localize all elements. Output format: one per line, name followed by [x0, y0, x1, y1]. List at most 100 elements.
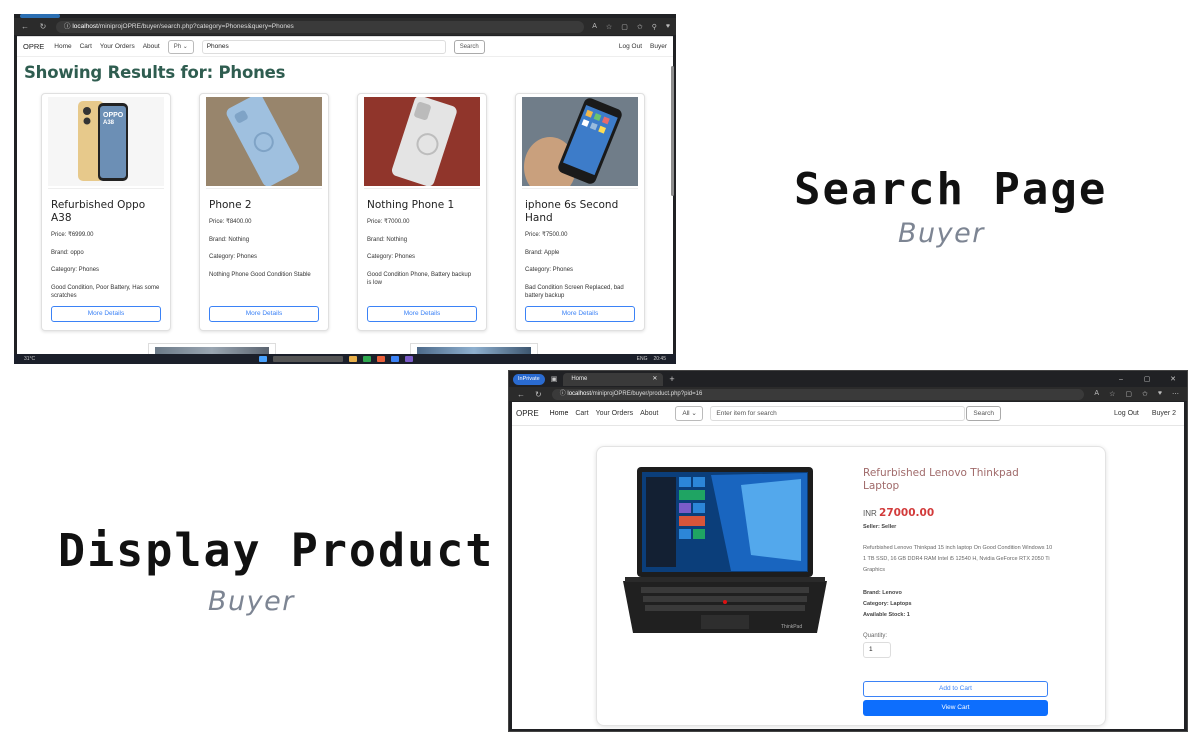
app-icon[interactable]: [404, 356, 413, 362]
refresh-icon[interactable]: ↻: [38, 22, 48, 31]
user-link[interactable]: Buyer: [650, 43, 667, 50]
product-brand: Brand: Nothing: [209, 236, 250, 243]
favorites-icon[interactable]: ✩: [1142, 390, 1148, 398]
search-page-screenshot: ← ↻ ⓘ localhost/miniprojOPRE/buyer/searc…: [14, 14, 676, 364]
product-grid: OPPO A38 Refurbished Oppo A38 Price: ₹69…: [41, 93, 645, 331]
scrollbar-thumb[interactable]: [671, 66, 674, 196]
nav-cart[interactable]: Cart: [575, 410, 588, 417]
split-screen-icon[interactable]: ▢: [621, 23, 628, 31]
copilot-icon[interactable]: ♥: [1158, 390, 1162, 398]
more-icon[interactable]: ⋯: [1172, 390, 1179, 398]
product-card: Phone 2 Price: ₹8400.00 Brand: Nothing C…: [199, 93, 329, 331]
product-title: Refurbished Oppo A38: [51, 199, 146, 224]
search-input[interactable]: Enter item for search: [710, 406, 966, 421]
more-details-button[interactable]: More Details: [525, 306, 635, 322]
site-brand[interactable]: OPRE: [23, 42, 44, 51]
url-host: localhost: [567, 390, 592, 397]
browser-tabstrip: InPrivate ▣ Home ✕ + – ▢ ✕: [509, 371, 1187, 387]
inprivate-badge[interactable]: InPrivate: [513, 373, 545, 385]
favorites-icon[interactable]: ✩: [637, 23, 643, 31]
url-path: /miniprojOPRE/buyer/product.php?pid=16: [591, 390, 703, 397]
svg-text:OPPO: OPPO: [103, 112, 124, 119]
nav-orders[interactable]: Your Orders: [100, 43, 135, 50]
more-details-button[interactable]: More Details: [51, 306, 161, 322]
close-window-icon[interactable]: ✕: [1163, 375, 1183, 383]
nav-about[interactable]: About: [143, 43, 160, 50]
extensions-icon[interactable]: ⚲: [652, 23, 657, 31]
iphone-6s-image: [522, 97, 638, 188]
nav-home[interactable]: Home: [54, 43, 71, 50]
start-icon[interactable]: [258, 356, 267, 362]
product-category: Category: Laptops: [863, 601, 912, 607]
toolbar-icons: A ☆ ▢ ✩ ⚲ ♥: [592, 23, 670, 31]
results-heading: Showing Results for: Phones: [24, 63, 286, 82]
logout-link[interactable]: Log Out: [1114, 410, 1139, 417]
product-category: Category: Phones: [209, 254, 258, 260]
active-tab[interactable]: [20, 14, 60, 18]
nav-orders[interactable]: Your Orders: [596, 410, 633, 417]
quantity-input[interactable]: 1: [863, 642, 891, 658]
close-icon[interactable]: ✕: [652, 373, 657, 386]
url-path: /miniprojOPRE/buyer/search.php?category=…: [97, 22, 294, 30]
back-icon[interactable]: ←: [517, 390, 525, 399]
app-icon[interactable]: [362, 356, 371, 362]
product-description: Good Condition Phone, Battery backup is …: [367, 271, 472, 287]
product-page: OPRE Home Cart Your Orders About All ⌄ E…: [512, 402, 1184, 729]
display-product-subcaption: Buyer: [208, 586, 295, 617]
product-image: OPPO A38: [48, 97, 164, 189]
app-icon[interactable]: [376, 356, 385, 362]
clock[interactable]: 20:45: [653, 356, 666, 362]
browser-tab[interactable]: Home ✕: [563, 372, 664, 386]
tab-title: Home: [571, 375, 588, 382]
category-select[interactable]: All ⌄: [675, 406, 704, 421]
more-details-button[interactable]: More Details: [209, 306, 319, 322]
site-brand[interactable]: OPRE: [516, 409, 539, 418]
oppo-phone-image: OPPO A38: [48, 97, 164, 186]
scrollbar[interactable]: [670, 36, 675, 346]
file-explorer-icon[interactable]: [348, 356, 357, 362]
language-indicator[interactable]: ENG: [637, 356, 648, 362]
nav-about[interactable]: About: [640, 410, 658, 417]
read-aloud-icon[interactable]: A: [592, 23, 597, 31]
maximize-icon[interactable]: ▢: [1137, 375, 1157, 383]
product-description: Refurbished Lenovo Thinkpad 15 inch lapt…: [863, 545, 1053, 573]
search-input[interactable]: Phones: [201, 39, 446, 54]
address-bar[interactable]: ⓘ localhost/miniprojOPRE/buyer/search.ph…: [56, 20, 585, 33]
product-info: Refurbished Lenovo Thinkpad Laptop INR 2…: [863, 467, 1053, 658]
nav-cart[interactable]: Cart: [80, 43, 92, 50]
product-image: [522, 97, 638, 189]
chevron-down-icon: ⌄: [182, 43, 188, 50]
search-button[interactable]: Search: [453, 39, 485, 54]
search-page-caption: Search Page: [794, 164, 1108, 215]
product-brand: Brand: oppo: [51, 249, 84, 256]
category-select[interactable]: Ph ⌄: [167, 39, 194, 54]
view-cart-button[interactable]: View Cart: [863, 700, 1048, 716]
favorite-icon[interactable]: ☆: [1109, 390, 1115, 398]
nav-home[interactable]: Home: [550, 410, 569, 417]
copilot-icon[interactable]: ♥: [666, 23, 670, 31]
taskbar-search[interactable]: [272, 356, 343, 362]
user-link[interactable]: Buyer 2: [1152, 410, 1176, 417]
url-host: localhost: [72, 22, 98, 30]
browser-icon[interactable]: [390, 356, 399, 362]
add-to-cart-button[interactable]: Add to Cart: [863, 681, 1048, 697]
search-button[interactable]: Search: [966, 406, 1001, 421]
favorite-icon[interactable]: ☆: [606, 23, 612, 31]
product-price: INR 27000.00: [863, 507, 1053, 519]
back-icon[interactable]: ←: [20, 22, 30, 31]
new-tab-icon[interactable]: +: [669, 374, 674, 384]
logout-link[interactable]: Log Out: [619, 43, 642, 50]
minimize-icon[interactable]: –: [1111, 376, 1131, 383]
weather-widget[interactable]: 31°C: [24, 356, 35, 362]
more-details-button[interactable]: More Details: [367, 306, 477, 322]
split-screen-icon[interactable]: ▢: [1125, 390, 1132, 398]
address-bar[interactable]: ⓘ localhost/miniprojOPRE/buyer/product.p…: [551, 388, 1085, 400]
refresh-icon[interactable]: ↻: [535, 390, 542, 399]
read-aloud-icon[interactable]: A: [1094, 390, 1099, 398]
category-select-value: All: [682, 410, 690, 417]
nothing-phone-1-image: [364, 97, 480, 187]
tab-actions-icon[interactable]: ▣: [551, 375, 558, 383]
product-price: Price: ₹6999.00: [51, 232, 94, 238]
currency: INR: [863, 509, 877, 518]
search-page-subcaption: Buyer: [898, 218, 985, 249]
